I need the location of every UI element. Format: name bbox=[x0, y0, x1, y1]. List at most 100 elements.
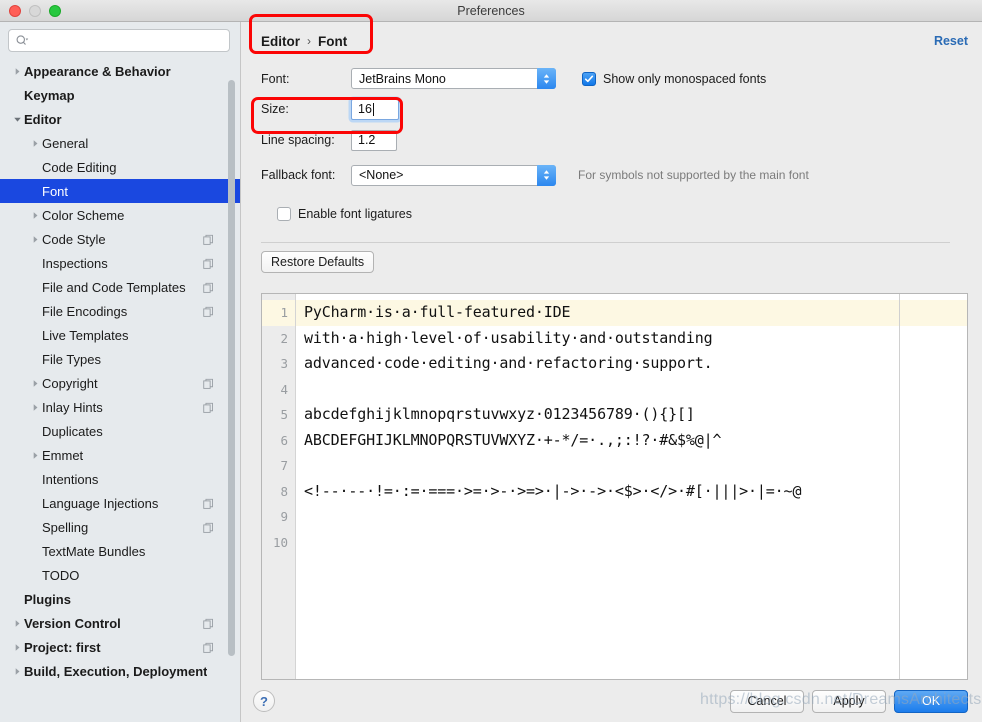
monospace-checkbox-row[interactable]: Show only monospaced fonts bbox=[582, 71, 766, 86]
search-box[interactable] bbox=[8, 29, 230, 52]
sidebar-item-file-types[interactable]: File Types bbox=[0, 347, 240, 371]
line-number-gutter: 1 2 3 4 5 6 7 8 9 10 bbox=[262, 294, 296, 679]
sidebar-item-duplicates[interactable]: Duplicates bbox=[0, 419, 240, 443]
sidebar-item-emmet[interactable]: Emmet bbox=[0, 443, 240, 467]
sidebar-item-inlay-hints[interactable]: Inlay Hints bbox=[0, 395, 240, 419]
sidebar-item-build-execution-deployment[interactable]: Build, Execution, Deployment bbox=[0, 659, 240, 683]
preview-code-line: <!--·--·!=·:=·===·>=·>-·>=>·|->·->·<$>·<… bbox=[304, 481, 802, 500]
sidebar-item-label: Editor bbox=[24, 111, 62, 127]
copy-settings-icon[interactable] bbox=[203, 234, 214, 245]
sidebar-item-inspections[interactable]: Inspections bbox=[0, 251, 240, 275]
zoom-button[interactable] bbox=[49, 4, 61, 17]
ligatures-checkbox-row[interactable]: Enable font ligatures bbox=[277, 207, 412, 221]
sidebar-item-version-control[interactable]: Version Control bbox=[0, 611, 240, 635]
sidebar-item-copyright[interactable]: Copyright bbox=[0, 371, 240, 395]
font-settings-form: Font: JetBrains Mono Show only monospace… bbox=[241, 60, 982, 281]
chevron-right-icon[interactable] bbox=[29, 451, 42, 460]
font-family-select[interactable]: JetBrains Mono bbox=[351, 68, 556, 89]
restore-defaults-button[interactable]: Restore Defaults bbox=[261, 251, 375, 273]
chevron-right-icon[interactable] bbox=[29, 403, 42, 412]
sidebar-item-label: Spelling bbox=[42, 519, 89, 535]
sidebar-item-plugins[interactable]: Plugins bbox=[0, 587, 240, 611]
close-button[interactable] bbox=[9, 4, 21, 17]
ligatures-checkbox[interactable] bbox=[277, 207, 291, 221]
chevron-right-icon[interactable] bbox=[11, 619, 24, 628]
sidebar-item-file-and-code-templates[interactable]: File and Code Templates bbox=[0, 275, 240, 299]
copy-settings-icon[interactable] bbox=[203, 618, 214, 629]
preview-code-line: advanced·code·editing·and·refactoring·su… bbox=[304, 354, 713, 372]
sidebar-item-editor[interactable]: Editor bbox=[0, 107, 240, 131]
sidebar-item-textmate-bundles[interactable]: TextMate Bundles bbox=[0, 539, 240, 563]
sidebar-item-label: Color Scheme bbox=[42, 207, 125, 223]
window-titlebar: Preferences bbox=[0, 0, 982, 22]
preview-code-area[interactable]: PyCharm·is·a·full-featured·IDE with·a·hig… bbox=[296, 294, 967, 679]
settings-sidebar: Appearance & Behavior Keymap Editor General… bbox=[0, 22, 241, 722]
line-spacing-input[interactable]: 1.2 bbox=[351, 129, 397, 151]
fallback-font-hint: For symbols not supported by the main fo… bbox=[578, 168, 809, 182]
copy-settings-icon[interactable] bbox=[203, 642, 214, 653]
preview-code-line: with·a·high·level·of·usability·and·outst… bbox=[304, 328, 713, 347]
line-number: 9 bbox=[280, 509, 288, 524]
chevron-right-icon[interactable] bbox=[11, 643, 24, 652]
sidebar-item-todo[interactable]: TODO bbox=[0, 563, 240, 587]
sidebar-item-file-encodings[interactable]: File Encodings bbox=[0, 299, 240, 323]
sidebar-item-code-editing[interactable]: Code Editing bbox=[0, 155, 240, 179]
fallback-font-value: <None> bbox=[359, 168, 404, 182]
line-spacing-label: Line spacing: bbox=[261, 133, 335, 147]
chevron-right-icon[interactable] bbox=[11, 667, 24, 676]
sidebar-item-label: Language Injections bbox=[42, 495, 159, 511]
sidebar-item-color-scheme[interactable]: Color Scheme bbox=[0, 203, 240, 227]
sidebar-item-general[interactable]: General bbox=[0, 131, 240, 155]
sidebar-item-spelling[interactable]: Spelling bbox=[0, 515, 240, 539]
chevron-right-icon[interactable] bbox=[29, 379, 42, 388]
sidebar-item-font[interactable]: Font bbox=[0, 179, 240, 203]
sidebar-item-language-injections[interactable]: Language Injections bbox=[0, 491, 240, 515]
sidebar-item-project-first[interactable]: Project: first bbox=[0, 635, 240, 659]
copy-settings-icon[interactable] bbox=[203, 378, 214, 389]
fallback-font-select[interactable]: <None> bbox=[351, 164, 556, 186]
cancel-button[interactable]: Cancel bbox=[730, 689, 804, 713]
line-number: 4 bbox=[280, 381, 288, 397]
search-input[interactable] bbox=[29, 33, 223, 48]
preview-code-line bbox=[296, 504, 967, 530]
apply-button[interactable]: Apply bbox=[812, 689, 886, 713]
copy-settings-icon[interactable] bbox=[203, 258, 214, 269]
settings-tree: Appearance & Behavior Keymap Editor General… bbox=[0, 57, 240, 722]
copy-settings-icon[interactable] bbox=[203, 522, 214, 533]
sidebar-scrollbar[interactable] bbox=[228, 80, 235, 656]
line-number: 1 bbox=[262, 300, 295, 326]
monospace-checkbox[interactable] bbox=[582, 71, 596, 86]
preview-code-line: abcdefghijklmnopqrstuvwxyz·0123456789·()… bbox=[304, 405, 695, 423]
size-input[interactable]: 16 bbox=[351, 98, 399, 120]
sidebar-item-appearance-behavior[interactable]: Appearance & Behavior bbox=[0, 59, 240, 83]
sidebar-item-code-style[interactable]: Code Style bbox=[0, 227, 240, 251]
preferences-window: Preferences Appearance & Behavior Keymap E bbox=[0, 0, 982, 722]
chevron-right-icon[interactable] bbox=[11, 67, 24, 76]
copy-settings-icon[interactable] bbox=[203, 498, 214, 509]
font-family-value: JetBrains Mono bbox=[359, 71, 446, 86]
chevron-right-icon[interactable] bbox=[29, 139, 42, 148]
text-caret bbox=[372, 102, 374, 116]
minimize-button[interactable] bbox=[29, 4, 41, 17]
sidebar-item-label: Inspections bbox=[42, 255, 108, 271]
sidebar-item-label: Code Style bbox=[42, 231, 106, 247]
sidebar-item-live-templates[interactable]: Live Templates bbox=[0, 323, 240, 347]
chevron-down-icon[interactable] bbox=[11, 115, 24, 124]
line-number: 6 bbox=[280, 432, 288, 448]
breadcrumb-parent[interactable]: Editor bbox=[261, 34, 300, 49]
help-icon[interactable]: ? bbox=[253, 690, 275, 712]
restore-defaults-row: Restore Defaults bbox=[261, 243, 968, 281]
copy-settings-icon[interactable] bbox=[203, 402, 214, 413]
sidebar-item-label: Inlay Hints bbox=[42, 399, 103, 415]
copy-settings-icon[interactable] bbox=[203, 306, 214, 317]
copy-settings-icon[interactable] bbox=[203, 282, 214, 293]
ok-button[interactable]: OK bbox=[894, 689, 968, 713]
sidebar-item-keymap[interactable]: Keymap bbox=[0, 83, 240, 107]
font-preview-editor[interactable]: 1 2 3 4 5 6 7 8 9 10 PyCharm·is·a·full-featured·I… bbox=[261, 293, 968, 680]
sidebar-item-intentions[interactable]: Intentions bbox=[0, 467, 240, 491]
chevron-right-icon[interactable] bbox=[29, 235, 42, 244]
fallback-font-row: Fallback font: <None> For symbols not su… bbox=[261, 155, 968, 195]
chevron-right-icon[interactable] bbox=[29, 211, 42, 220]
sidebar-item-label: Keymap bbox=[24, 87, 75, 103]
reset-link[interactable]: Reset bbox=[934, 34, 968, 48]
